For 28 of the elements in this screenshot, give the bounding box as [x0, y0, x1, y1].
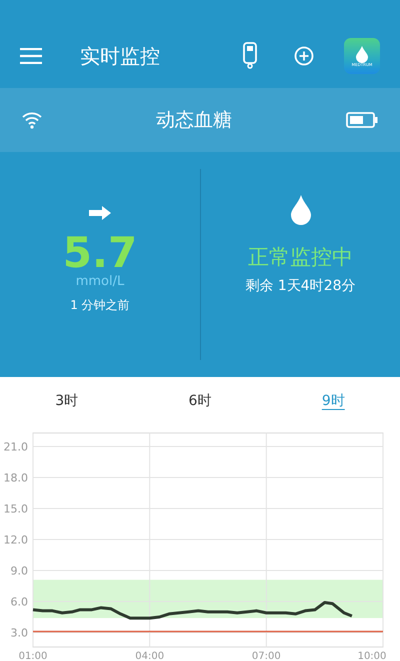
x-tick-label: 04:00 [135, 651, 164, 661]
x-tick-label: 01:00 [18, 651, 48, 661]
y-tick-label: 9.0 [10, 564, 28, 578]
y-tick-label: 3.0 [10, 626, 28, 640]
page-title: 实时监控 [80, 43, 160, 70]
monitoring-status: 正常监控中 [248, 244, 353, 271]
water-drop-icon [355, 45, 369, 63]
y-tick-label: 15.0 [4, 502, 28, 516]
sub-bar-title: 动态血糖 [155, 108, 233, 133]
y-tick-label: 18.0 [4, 471, 28, 484]
y-tick-label: 6.0 [10, 596, 28, 608]
range-tab[interactable]: 6时 [133, 377, 267, 425]
x-tick-label: 10:00 [358, 651, 386, 661]
glucose-value: 5.7 [62, 232, 138, 274]
battery-icon [346, 112, 378, 128]
add-icon[interactable] [294, 46, 314, 66]
sensor-device-icon[interactable] [242, 42, 258, 70]
wifi-icon [22, 111, 42, 129]
menu-icon[interactable] [20, 48, 42, 64]
reading-time: 1 分钟之前 [70, 297, 130, 314]
trend-arrow-icon [89, 206, 111, 220]
y-tick-label: 21.0 [4, 440, 28, 454]
water-drop-icon [288, 194, 312, 226]
y-tick-label: 12.0 [4, 533, 28, 546]
x-tick-label: 07:00 [252, 651, 281, 661]
remaining-time: 剩余 1天4时28分 [245, 276, 356, 296]
glucose-unit: mmol/L [76, 274, 124, 290]
range-tab[interactable]: 3时 [0, 377, 134, 425]
